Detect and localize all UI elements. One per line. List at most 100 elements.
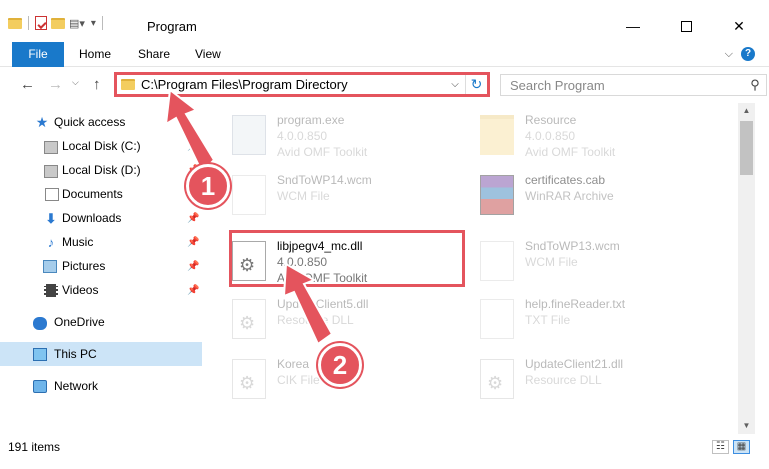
details-view-icon[interactable]: ☷: [712, 440, 729, 454]
sidebar-item-label: Pictures: [62, 259, 106, 273]
back-button[interactable]: ←: [20, 76, 35, 93]
document-icon: [480, 299, 514, 339]
file-item[interactable]: program.exe 4.0.0.850 Avid OMF Toolkit: [222, 105, 462, 161]
network-icon: [33, 379, 47, 393]
toolbar-dropdown-icon[interactable]: ▾: [91, 18, 96, 29]
file-type: Resource DLL: [525, 373, 602, 387]
file-name: UpdateClient5.dll: [277, 297, 369, 311]
sidebar-item-videos[interactable]: Videos 📌: [0, 278, 202, 302]
document-icon: [232, 175, 266, 215]
sidebar-item-local-disk-d[interactable]: Local Disk (D:) 📌: [0, 158, 202, 182]
cloud-icon: [33, 316, 47, 330]
sidebar-item-quick-access[interactable]: ★ Quick access: [0, 110, 202, 134]
callout-badge-2: 2: [318, 343, 362, 387]
tab-view[interactable]: View: [195, 42, 221, 67]
file-name: Resource: [525, 113, 577, 127]
item-count: 191 items: [8, 440, 61, 454]
forward-button[interactable]: →: [48, 76, 63, 93]
exe-icon: [232, 115, 266, 155]
customize-toolbar-icon[interactable]: ▤▾: [69, 17, 85, 30]
scroll-down-icon[interactable]: ▼: [738, 418, 755, 434]
file-name: Korea: [277, 357, 310, 371]
file-type: WCM File: [277, 189, 330, 203]
documents-icon: [45, 187, 59, 201]
recent-locations-button[interactable]: ⌵: [72, 77, 79, 88]
star-icon: ★: [35, 113, 49, 130]
file-description: Avid OMF Toolkit: [525, 145, 616, 159]
file-item[interactable]: help.fineReader.txt TXT File: [470, 289, 710, 345]
file-item[interactable]: SndToWP13.wcm WCM File: [470, 231, 710, 287]
tab-share[interactable]: Share: [138, 42, 170, 67]
refresh-button[interactable]: ↻: [465, 75, 487, 94]
navigation-pane: ★ Quick access Local Disk (C:) 📌 Local D…: [0, 103, 205, 434]
sidebar-item-label: Local Disk (C:): [62, 139, 141, 153]
file-description: Avid OMF Toolkit: [277, 145, 368, 159]
file-item[interactable]: certificates.cab WinRAR Archive: [470, 165, 710, 221]
tab-file[interactable]: File: [12, 42, 64, 67]
vertical-scrollbar[interactable]: ▲ ▼: [738, 103, 755, 434]
view-toggle: ☷ ▦: [712, 440, 750, 454]
sidebar-item-label: Documents: [62, 187, 123, 201]
file-name: help.fineReader.txt: [525, 297, 626, 311]
disk-icon: [44, 141, 58, 154]
sidebar-item-music[interactable]: ♪ Music 📌: [0, 230, 202, 254]
pin-icon[interactable]: 📌: [187, 237, 199, 248]
minimize-button[interactable]: —: [610, 10, 656, 42]
sidebar-item-network[interactable]: Network: [0, 374, 202, 398]
properties-icon[interactable]: [35, 16, 47, 30]
address-bar[interactable]: C:\Program Files\Program Directory ⌵ ↻: [114, 72, 490, 97]
help-icon[interactable]: ?: [741, 47, 755, 61]
folder-icon: [480, 115, 514, 155]
sidebar-item-documents[interactable]: Documents 📌: [0, 182, 202, 206]
new-folder-icon[interactable]: [51, 17, 65, 29]
file-type: WCM File: [525, 255, 578, 269]
address-path[interactable]: C:\Program Files\Program Directory: [141, 77, 445, 92]
pin-icon[interactable]: 📌: [187, 261, 199, 272]
sidebar-item-label: Local Disk (D:): [62, 163, 141, 177]
file-version: 4.0.0.850: [525, 129, 576, 143]
dll-icon: [232, 359, 266, 399]
disk-icon: [44, 165, 58, 178]
document-icon: [480, 241, 514, 281]
file-name: SndToWP13.wcm: [525, 239, 620, 253]
scroll-thumb[interactable]: [740, 121, 753, 175]
search-icon[interactable]: ⚲: [744, 77, 766, 93]
sidebar-item-downloads[interactable]: ⬇ Downloads 📌: [0, 206, 202, 230]
file-type: Resource DLL: [277, 313, 354, 327]
address-dropdown-icon[interactable]: ⌵: [445, 79, 465, 90]
sidebar-item-onedrive[interactable]: OneDrive: [0, 310, 202, 334]
search-box[interactable]: ⚲: [500, 74, 767, 96]
divider: [28, 16, 29, 30]
sidebar-item-local-disk-c[interactable]: Local Disk (C:) 📌: [0, 134, 202, 158]
file-item[interactable]: UpdateClient5.dll Resource DLL: [222, 289, 462, 345]
sidebar-item-label: Network: [54, 379, 99, 393]
close-button[interactable]: ✕: [716, 10, 762, 42]
sidebar-item-label: Music: [62, 235, 94, 249]
maximize-icon: [680, 20, 692, 32]
navigation-bar: ← → ⌵ ↑ C:\Program Files\Program Directo…: [0, 67, 769, 103]
quick-access-toolbar: ▤▾ ▾: [8, 16, 105, 30]
file-item[interactable]: SndToWP14.wcm WCM File: [222, 165, 462, 221]
sidebar-item-label: OneDrive: [54, 315, 105, 329]
up-button[interactable]: ↑: [93, 76, 101, 93]
folder-icon: [121, 79, 135, 90]
pin-icon[interactable]: 📌: [187, 141, 199, 152]
expand-ribbon-icon[interactable]: ⌵: [725, 48, 733, 61]
sidebar-item-pictures[interactable]: Pictures 📌: [0, 254, 202, 278]
winrar-icon: [480, 175, 514, 215]
file-item[interactable]: UpdateClient21.dll Resource DLL: [470, 349, 710, 405]
scroll-up-icon[interactable]: ▲: [738, 103, 755, 119]
maximize-button[interactable]: [663, 10, 709, 42]
ribbon: File Home Share View ⌵ ?: [0, 42, 769, 67]
search-input[interactable]: [510, 77, 744, 93]
window-title: Program: [147, 19, 197, 34]
ribbon-controls: ⌵ ?: [725, 47, 755, 61]
pin-icon[interactable]: 📌: [187, 213, 199, 224]
download-icon: ⬇: [45, 210, 57, 226]
status-bar: 191 items ☷ ▦: [0, 434, 769, 469]
file-item[interactable]: Resource 4.0.0.850 Avid OMF Toolkit: [470, 105, 710, 161]
tab-home[interactable]: Home: [79, 42, 111, 67]
pin-icon[interactable]: 📌: [187, 285, 199, 296]
large-icons-view-icon[interactable]: ▦: [733, 440, 750, 454]
sidebar-item-this-pc[interactable]: This PC: [0, 342, 202, 366]
